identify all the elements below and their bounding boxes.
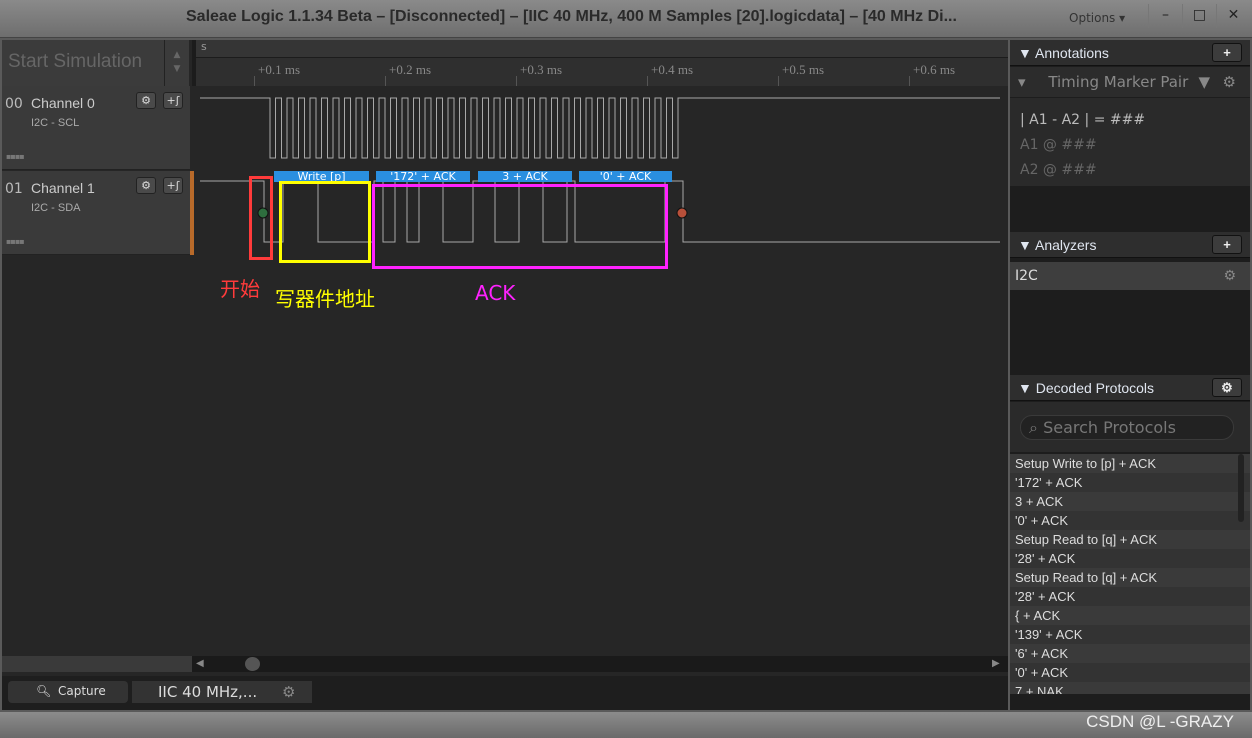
- channel-name[interactable]: Channel 1: [31, 180, 95, 196]
- ruler-tick-label: +0.4 ms: [651, 62, 694, 77]
- main-area: Start Simulation ▲ ▼ s +0.1 ms +0.2 ms +0.3…: [2, 40, 1008, 710]
- channel-number: 00: [5, 96, 23, 112]
- minimize-button[interactable]: –: [1148, 4, 1182, 28]
- decoded-protocol-item[interactable]: '0' + ACK: [1010, 511, 1250, 530]
- marker-icon: ▾: [1018, 73, 1026, 91]
- ruler-tick: [254, 76, 255, 86]
- gear-icon[interactable]: ⚙: [136, 177, 156, 194]
- horizontal-scrollbar[interactable]: ◀ ▶: [2, 656, 1008, 672]
- ruler-tick-label: +0.1 ms: [258, 62, 301, 77]
- decoded-protocol-item[interactable]: '0' + ACK: [1010, 663, 1250, 682]
- window-title: Saleae Logic 1.1.34 Beta – [Disconnected…: [186, 8, 957, 25]
- add-annotation-button[interactable]: +: [1212, 43, 1242, 62]
- scl-trace: [200, 97, 1000, 159]
- capture-tab[interactable]: 🔍︎ Capture: [8, 681, 128, 703]
- maximize-button[interactable]: □: [1182, 4, 1216, 28]
- ruler-tick: [516, 76, 517, 86]
- start-label: 开始: [220, 277, 260, 301]
- analyzers-header[interactable]: ▼ Analyzers +: [1010, 232, 1250, 258]
- decoded-protocols-header[interactable]: ▼ Decoded Protocols ⚙: [1010, 375, 1250, 401]
- ruler-tick-label: +0.5 ms: [782, 62, 825, 77]
- decoded-protocol-item[interactable]: 7 + NAK: [1010, 682, 1250, 694]
- decoded-protocol-item[interactable]: Setup Read to [q] + ACK: [1010, 530, 1250, 549]
- analyzer-item[interactable]: I2C ⚙: [1010, 262, 1250, 290]
- time-ruler[interactable]: s +0.1 ms +0.2 ms +0.3 ms +0.4 ms +0.5 ms +0.…: [192, 40, 1008, 86]
- add-analyzer-button[interactable]: +: [1212, 235, 1242, 254]
- ruler-unit: s: [196, 40, 1008, 58]
- ruler-tick: [909, 76, 910, 86]
- channel-analyzer-label: I2C - SDA: [31, 202, 81, 214]
- marker-a1: A1 @ ###: [1020, 137, 1097, 153]
- gear-icon[interactable]: ⚙: [136, 92, 156, 109]
- options-menu[interactable]: Options ▾: [1069, 11, 1125, 25]
- decoded-protocol-item[interactable]: '172' + ACK: [1010, 473, 1250, 492]
- search-capture-icon: 🔍︎: [36, 684, 52, 698]
- close-button[interactable]: ✕: [1216, 4, 1250, 28]
- decoded-segment[interactable]: '0' + ACK: [579, 171, 672, 182]
- decoded-protocol-item[interactable]: '28' + ACK: [1010, 587, 1250, 606]
- watermark: CSDN @L -GRAZY: [1086, 712, 1234, 731]
- ruler-tick-label: +0.6 ms: [913, 62, 956, 77]
- channel-number: 01: [5, 181, 23, 197]
- decoded-protocol-item[interactable]: '6' + ACK: [1010, 644, 1250, 663]
- decoded-protocol-item[interactable]: '139' + ACK: [1010, 625, 1250, 644]
- list-scrollbar[interactable]: [1238, 454, 1244, 522]
- session-tabs: 🔍︎ Capture IIC 40 MHz,... ⚙: [2, 676, 1008, 710]
- session-tab-label: IIC 40 MHz,...: [158, 683, 258, 701]
- start-simulation-button[interactable]: Start Simulation: [2, 40, 165, 86]
- ruler-tick: [647, 76, 648, 86]
- channel-name[interactable]: Channel 0: [31, 95, 95, 111]
- ack-highlight-box: [372, 184, 668, 269]
- decoded-protocol-item[interactable]: Setup Write to [p] + ACK: [1010, 454, 1250, 473]
- gear-icon[interactable]: ⚙: [1212, 378, 1242, 397]
- marker-a2: A2 @ ###: [1020, 162, 1097, 178]
- capture-tab-label: Capture: [58, 684, 106, 698]
- ack-label: ACK: [475, 281, 516, 305]
- decoded-protocol-item[interactable]: Setup Read to [q] + ACK: [1010, 568, 1250, 587]
- decoded-protocol-item[interactable]: { + ACK: [1010, 606, 1250, 625]
- session-tab[interactable]: IIC 40 MHz,... ⚙: [132, 681, 312, 703]
- decoded-protocol-item[interactable]: '28' + ACK: [1010, 549, 1250, 568]
- gear-icon[interactable]: ⚙: [1223, 73, 1236, 91]
- address-highlight-box: [279, 181, 371, 263]
- annotations-header[interactable]: ▼ Annotations +: [1010, 40, 1250, 66]
- title-bar: Saleae Logic 1.1.34 Beta – [Disconnected…: [0, 0, 1252, 38]
- simulation-stepper[interactable]: ▲ ▼: [165, 40, 189, 86]
- marker-type-select[interactable]: ▾ Timing Marker Pair ▼ ⚙: [1010, 67, 1250, 97]
- decoded-segment[interactable]: '172' + ACK: [376, 171, 470, 182]
- decoded-protocol-item[interactable]: 3 + ACK: [1010, 492, 1250, 511]
- gear-icon[interactable]: ⚙: [282, 683, 295, 701]
- channel-0-header: 00 Channel 0 I2C - SCL ⚙ +ʃ ▪▪▪▪: [2, 86, 190, 170]
- search-placeholder: Search Protocols: [1043, 418, 1176, 437]
- start-highlight-box: [249, 176, 273, 260]
- search-icon: ⌕: [1029, 418, 1038, 437]
- panel-title: Annotations: [1034, 45, 1109, 61]
- scroll-thumb[interactable]: [245, 657, 260, 671]
- analyzer-name: I2C: [1015, 268, 1038, 284]
- drag-handle-icon[interactable]: ▪▪▪▪: [6, 237, 25, 246]
- ruler-tick-label: +0.2 ms: [389, 62, 432, 77]
- trigger-icon[interactable]: +ʃ: [163, 92, 183, 109]
- decoded-protocol-list[interactable]: Setup Write to [p] + ACK '172' + ACK 3 + A…: [1010, 454, 1250, 694]
- write-address-label: 写器件地址: [275, 287, 375, 311]
- gear-icon[interactable]: ⚙: [1223, 268, 1236, 284]
- panel-title: Analyzers: [1034, 237, 1097, 253]
- drag-handle-icon[interactable]: ▪▪▪▪: [6, 152, 25, 161]
- ruler-tick-label: +0.3 ms: [520, 62, 563, 77]
- search-protocols-input[interactable]: ⌕ Search Protocols: [1020, 415, 1234, 440]
- decoded-segment[interactable]: 3 + ACK: [478, 171, 572, 182]
- trigger-icon[interactable]: +ʃ: [163, 177, 183, 194]
- ruler-tick: [385, 76, 386, 86]
- panel-title: Decoded Protocols: [1035, 380, 1155, 396]
- right-sidebar: ▼ Annotations + ▾ Timing Marker Pair ▼ ⚙ …: [1010, 40, 1250, 710]
- ruler-tick: [778, 76, 779, 86]
- channel-1-header: 01 Channel 1 I2C - SDA ⚙ +ʃ ▪▪▪▪: [2, 171, 190, 255]
- channel-analyzer-label: I2C - SCL: [31, 117, 80, 129]
- chevron-down-icon: ▼: [1198, 73, 1210, 91]
- stop-marker-icon: [676, 207, 688, 219]
- marker-type-value: Timing Marker Pair: [1048, 73, 1189, 91]
- status-bar: CSDN @L -GRAZY: [0, 712, 1252, 738]
- marker-formula: | A1 - A2 | = ###: [1020, 112, 1146, 128]
